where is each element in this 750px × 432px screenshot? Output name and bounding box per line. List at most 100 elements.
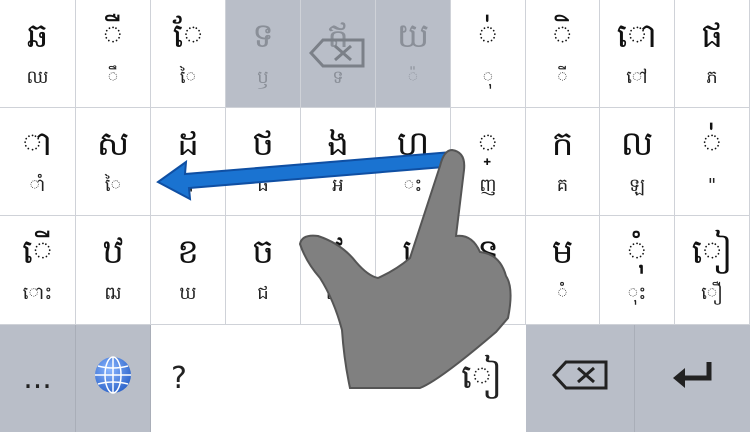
key-r3-7[interactable]: ន ណ — [451, 216, 526, 325]
key-r3-10[interactable]: ៀ ឿ — [675, 216, 750, 325]
key-sub-label: ី — [557, 67, 568, 88]
key-main-label: ល — [620, 124, 654, 164]
key-r2-1[interactable]: ា ាំ — [0, 108, 76, 216]
globe-icon — [93, 355, 133, 403]
key-r1-10[interactable]: ផ ភ — [675, 0, 750, 108]
key-main-label: ា — [22, 124, 53, 164]
key-sub-label: ឈ — [26, 67, 49, 88]
language-button[interactable] — [76, 325, 151, 432]
key-r1-1[interactable]: ឆ ឈ — [0, 0, 76, 108]
key-r3-3[interactable]: ខ ឃ — [151, 216, 226, 325]
key-r3-1[interactable]: ើ ោះ — [0, 216, 76, 325]
key-sub-label: ឡ — [628, 175, 646, 196]
key-sub-label: ឹ — [107, 67, 119, 88]
key-r2-4[interactable]: ថ ធ — [226, 108, 301, 216]
key-r1-4[interactable]: ទ ឫ — [226, 0, 301, 108]
key-main-label: ោ — [616, 16, 658, 56]
key-main-label: ក — [551, 124, 574, 164]
key-r1-8[interactable]: ិ ី — [526, 0, 600, 108]
key-sub-label: ភ — [706, 67, 718, 88]
more-keys-button[interactable]: ... — [0, 325, 76, 432]
key-sub-label: " — [707, 175, 717, 196]
key-main-label: ហ — [396, 124, 430, 164]
key-r1-6[interactable]: យ ៉ — [376, 0, 451, 108]
key-r1-9[interactable]: ោ ៅ — [600, 0, 675, 108]
key-sub-label: ឃ — [179, 283, 197, 304]
khmer-keyboard: ឆ ឈ ឺ ឹ ែ ៃ ទ ឫ ឥ ទ យ ៉ ់ ុ ិ ី ោ ៅ ផ ភ — [0, 0, 750, 432]
key-r1-2[interactable]: ឺ ឹ — [76, 0, 151, 108]
more-keys-label: ... — [23, 361, 52, 396]
key-sub-label: ុ — [482, 67, 494, 88]
key-main-label: ឋ — [102, 232, 124, 272]
enter-button[interactable] — [635, 325, 750, 432]
key-sub-label: ះ — [403, 175, 423, 196]
key-r1-3[interactable]: ែ ៃ — [151, 0, 226, 108]
enter-icon — [671, 360, 715, 398]
key-sub-label: គ — [556, 175, 569, 196]
key-main-label: ស — [96, 124, 130, 164]
key-sub-label: ញ — [479, 175, 497, 196]
backspace-button[interactable] — [526, 325, 635, 432]
key-sub-label: ុះ — [627, 283, 647, 304]
key-sub-label: ៃ — [179, 67, 197, 88]
key-sub-label: ព — [407, 283, 419, 304]
key-r1-5[interactable]: ឥ ទ — [301, 0, 376, 108]
key-sub-label: ឿ — [701, 283, 723, 304]
key-main-label: វ — [332, 232, 344, 272]
key-main-label: ម — [551, 232, 574, 272]
key-main-label: ឆ — [26, 16, 49, 56]
key-main-label: ៀ — [691, 232, 733, 272]
key-main-label: ់ — [702, 124, 722, 164]
key-sub-label: ជ — [257, 283, 269, 304]
key-main-label: ឺ — [103, 16, 123, 56]
key-r2-3[interactable]: ដ ឌ — [151, 108, 226, 216]
key-main-label: ថ — [252, 124, 274, 164]
key-sub-label: ំ — [557, 283, 568, 304]
key-sub-label: ៃ — [104, 175, 122, 196]
key-sub-label: ៉ — [407, 67, 419, 88]
key-sub-label: ោះ — [22, 283, 53, 304]
space-left-label: ? — [171, 361, 187, 396]
key-r3-6[interactable]: ប ព — [376, 216, 451, 325]
key-r2-2[interactable]: ស ៃ — [76, 108, 151, 216]
key-r2-6[interactable]: ហ ះ — [376, 108, 451, 216]
key-main-label: ិ — [552, 16, 573, 56]
space-bar[interactable]: ? ៀ — [151, 325, 526, 432]
key-sub-label: ៅ — [626, 67, 648, 88]
key-r2-9[interactable]: ល ឡ — [600, 108, 675, 216]
key-sub-label: ាំ — [29, 175, 46, 196]
key-r3-2[interactable]: ឋ ឍ — [76, 216, 151, 325]
key-main-label: ើ — [22, 232, 53, 272]
key-r1-7[interactable]: ់ ុ — [451, 0, 526, 108]
key-sub-label: ណ — [477, 283, 499, 304]
key-main-label: ្ — [478, 124, 498, 164]
backspace-icon — [551, 360, 608, 398]
key-r3-5[interactable]: វ េះ — [301, 216, 376, 325]
key-main-label: ុំ — [627, 232, 647, 272]
key-main-label: ង — [327, 124, 349, 164]
key-r3-4[interactable]: ច ជ — [226, 216, 301, 325]
key-sub-label: ឌ — [182, 175, 194, 196]
key-main-label: ់ — [478, 16, 498, 56]
key-main-label: យ — [396, 16, 430, 56]
key-r3-8[interactable]: ម ំ — [526, 216, 600, 325]
key-main-label: ច — [252, 232, 274, 272]
key-r2-5[interactable]: ង អ — [301, 108, 376, 216]
key-r2-8[interactable]: ក គ — [526, 108, 600, 216]
key-main-label: ែ — [172, 16, 204, 56]
key-sub-label: ទ — [332, 67, 344, 88]
space-right-label: ៀ — [461, 357, 502, 397]
key-sub-label: ធ — [257, 175, 269, 196]
key-main-label: ខ — [177, 232, 199, 272]
key-sub-label: ឫ — [257, 67, 269, 88]
key-r2-10[interactable]: ់ " — [675, 108, 750, 216]
key-main-label: ប — [402, 232, 424, 272]
key-r2-7[interactable]: ្ ញ — [451, 108, 526, 216]
key-sub-label: េះ — [325, 283, 351, 304]
key-main-label: ផ — [701, 16, 723, 56]
key-main-label: ន — [477, 232, 499, 272]
key-main-label: ទ — [252, 16, 274, 56]
key-sub-label: ឍ — [104, 283, 122, 304]
key-sub-label: អ — [332, 175, 344, 196]
key-r3-9[interactable]: ុំ ុះ — [600, 216, 675, 325]
